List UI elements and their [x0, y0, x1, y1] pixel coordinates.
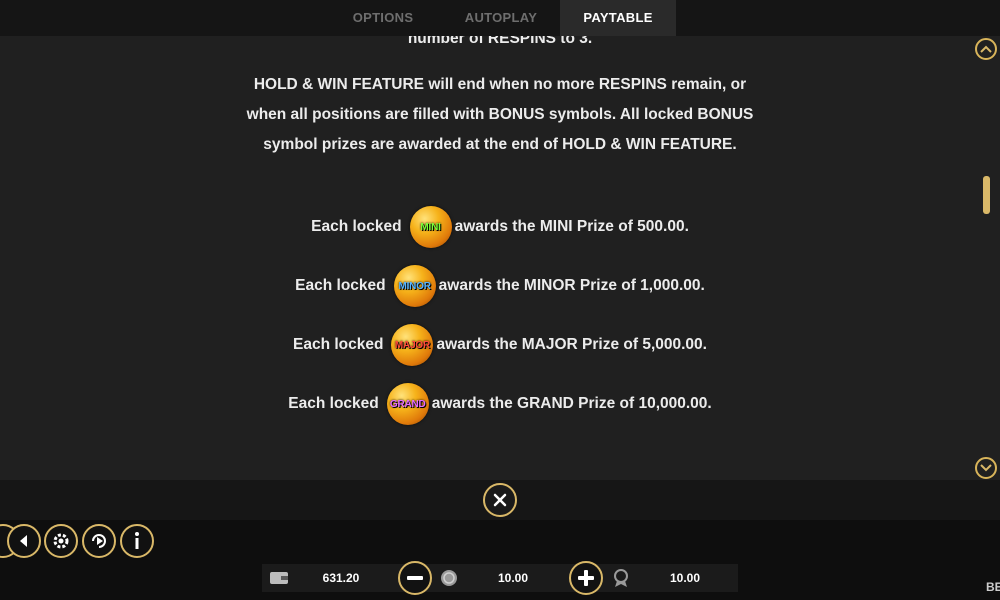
tab-paytable[interactable]: PAYTABLE [560, 0, 676, 36]
tab-options[interactable]: OPTIONS [328, 0, 438, 36]
prize-row-minor: Each locked MINOR awards the MINOR Prize… [0, 265, 1000, 307]
info-button[interactable] [120, 524, 154, 558]
replay-button[interactable] [82, 524, 116, 558]
decrease-bet-button[interactable] [398, 561, 432, 595]
minor-bonus-coin-icon: MINOR [393, 265, 436, 307]
win-badge-icon [610, 568, 632, 588]
close-icon [493, 493, 507, 507]
scroll-up-button[interactable] [975, 38, 997, 60]
paytable-text-line: HOLD & WIN FEATURE will end when no more… [253, 76, 747, 93]
prize-prefix: Each locked [311, 218, 402, 235]
coin-label: MINI [420, 221, 441, 233]
brand-logo-fragment: BE [986, 580, 1000, 594]
wallet-icon [268, 568, 290, 588]
coin-label: MAJOR [394, 339, 431, 351]
prize-suffix: awards the MINI Prize of 500.00. [454, 218, 689, 235]
prize-suffix: awards the MAJOR Prize of 5,000.00. [436, 336, 707, 353]
tab-bar: OPTIONS AUTOPLAY PAYTABLE [0, 0, 1000, 36]
replay-icon [92, 534, 106, 548]
settings-button[interactable] [44, 524, 78, 558]
grand-bonus-coin-icon: GRAND [386, 383, 429, 425]
coins-icon [438, 568, 460, 588]
scrollbar-thumb[interactable] [983, 176, 990, 214]
chevron-up-icon [980, 45, 992, 53]
sound-icon [20, 535, 27, 547]
prize-prefix: Each locked [293, 336, 384, 353]
minus-icon [407, 576, 423, 580]
increase-bet-button[interactable] [569, 561, 603, 595]
win-value: 10.00 [669, 571, 701, 585]
plus-icon [578, 570, 594, 586]
bet-value: 10.00 [497, 571, 529, 585]
scroll-down-button[interactable] [975, 457, 997, 479]
prize-prefix: Each locked [288, 395, 379, 412]
chevron-down-icon [980, 464, 992, 472]
info-icon [135, 532, 139, 549]
major-bonus-coin-icon: MAJOR [391, 324, 434, 366]
prize-suffix: awards the GRAND Prize of 10,000.00. [431, 395, 712, 412]
prize-suffix: awards the MINOR Prize of 1,000.00. [438, 277, 705, 294]
paytable-text-line: when all positions are filled with BONUS… [246, 106, 754, 123]
prize-prefix: Each locked [295, 277, 386, 294]
prize-row-major: Each locked MAJOR awards the MAJOR Prize… [0, 324, 1000, 366]
mini-bonus-coin-icon: MINI [409, 206, 452, 248]
prize-row-mini: Each locked MINI awards the MINI Prize o… [0, 206, 1000, 248]
paytable-text-partial: number of RESPINS to 3. [407, 36, 593, 47]
balance-value: 631.20 [322, 571, 360, 585]
prize-row-grand: Each locked GRAND awards the GRAND Prize… [0, 383, 1000, 425]
paytable-content[interactable]: number of RESPINS to 3. HOLD & WIN FEATU… [0, 36, 1000, 480]
tab-autoplay[interactable]: AUTOPLAY [446, 0, 556, 36]
settings-icon [53, 533, 69, 549]
coin-label: GRAND [389, 398, 426, 410]
close-button[interactable] [483, 483, 517, 517]
paytable-text-line: symbol prizes are awarded at the end of … [263, 136, 737, 153]
coin-label: MINOR [398, 280, 431, 292]
sound-button[interactable] [7, 524, 41, 558]
